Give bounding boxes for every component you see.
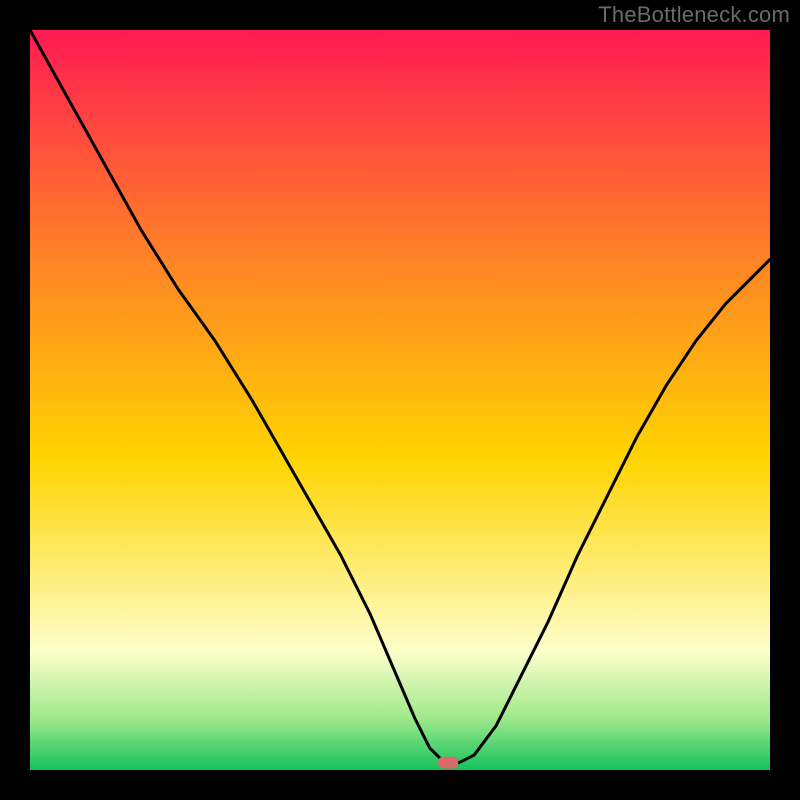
chart-svg [30, 30, 770, 770]
plot-area [30, 30, 770, 770]
watermark-text: TheBottleneck.com [598, 2, 790, 28]
optimal-marker [438, 757, 458, 769]
chart-frame: TheBottleneck.com [0, 0, 800, 800]
